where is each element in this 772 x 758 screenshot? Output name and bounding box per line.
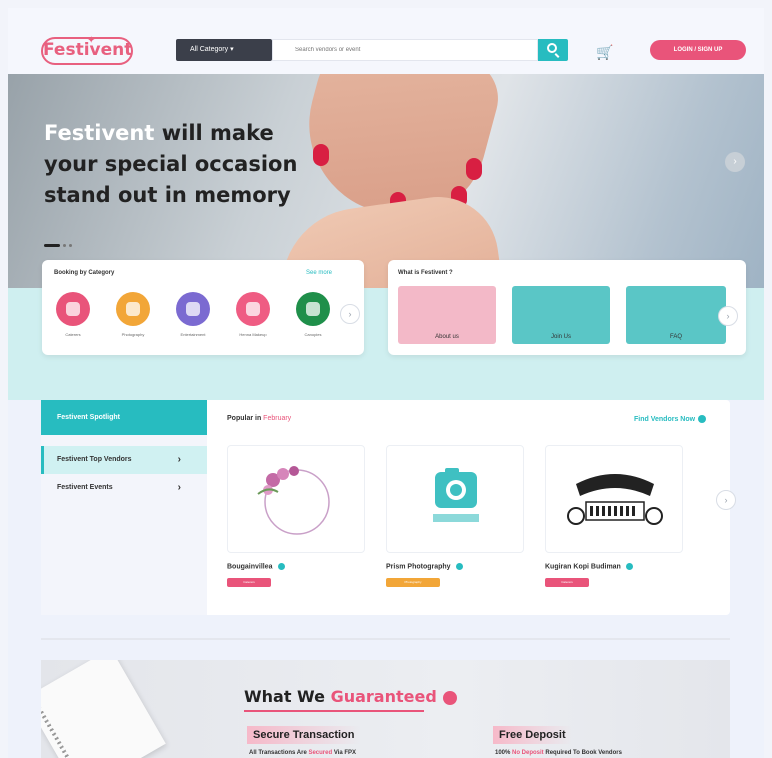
section-divider: [41, 638, 730, 640]
chevron-right-icon: ›: [177, 454, 181, 465]
hero-banner: Festivent will make your special occasio…: [8, 74, 764, 288]
prism-logo: [433, 468, 479, 522]
about-us-tile[interactable]: About us: [398, 286, 496, 344]
nail-decoration: [466, 158, 482, 180]
popular-heading: Popular in February: [227, 415, 292, 422]
what-is-festivent-card: What is Festivent ? About us Join Us FAQ…: [388, 260, 746, 355]
category-dropdown[interactable]: All Category ▾: [176, 39, 272, 61]
hero-headline: Festivent will make your special occasio…: [44, 118, 304, 211]
page-frame: ✦ Festivent All Category ▾ 🛒 LOGIN / SIG…: [8, 8, 764, 758]
verified-icon: [277, 563, 285, 570]
find-vendors-link[interactable]: Find Vendors Now: [634, 415, 707, 423]
bougainvillea-logo: [257, 466, 330, 535]
hero-line3: stand out in memory: [44, 183, 291, 207]
verified-icon: [625, 563, 633, 570]
verified-icon: [455, 563, 463, 570]
category-label: Henna Makeup: [239, 332, 267, 337]
vendor-category-badge: Photography: [386, 578, 440, 587]
guarantee-title: What We Guaranteed: [244, 687, 457, 706]
vendor-card-kugiran[interactable]: [545, 445, 683, 553]
henna-makeup-category-icon[interactable]: [236, 292, 270, 326]
vendor-category-badge: Caterers: [545, 578, 589, 587]
cart-icon[interactable]: 🛒: [596, 44, 613, 61]
free-deposit-desc: 100% No Deposit Required To Book Vendors: [495, 750, 622, 756]
category-label: Canopies: [304, 332, 322, 337]
festivent-logo[interactable]: ✦ Festivent: [41, 35, 133, 65]
star-icon: ✦: [87, 35, 96, 46]
spotlight-section: Festivent Spotlight Festivent Top Vendor…: [41, 400, 736, 615]
login-signup-button[interactable]: LOGIN / SIGN UP: [650, 40, 746, 60]
arrow-circle-icon: [698, 415, 707, 423]
hero-line2: your special occasion: [44, 152, 298, 176]
photography-category-icon[interactable]: [116, 292, 150, 326]
sidebar-item-top-vendors[interactable]: Festivent Top Vendors ›: [41, 446, 207, 474]
join-us-tile[interactable]: Join Us: [512, 286, 610, 344]
chevron-right-icon: ›: [177, 482, 181, 493]
category-label: Entertainment: [180, 332, 206, 337]
booking-title: Booking by Category: [54, 270, 115, 276]
entertainment-category-icon[interactable]: [176, 292, 210, 326]
carousel-dots[interactable]: [44, 234, 75, 252]
vendor-card-bougainvillea[interactable]: [227, 445, 365, 553]
search-input[interactable]: [272, 39, 538, 61]
vendor-name[interactable]: Prism Photography: [386, 563, 463, 570]
title-underline: [244, 710, 424, 712]
caterers-category-icon[interactable]: [56, 292, 90, 326]
hero-next-button[interactable]: ›: [725, 152, 745, 172]
free-deposit-heading: Free Deposit: [493, 726, 572, 744]
hero-brand: Festivent: [44, 121, 155, 145]
vendor-name[interactable]: Bougainvillea: [227, 563, 285, 570]
carousel-dot[interactable]: [69, 244, 72, 247]
notebook-image: [41, 660, 166, 758]
vendor-next-button[interactable]: ›: [716, 490, 736, 510]
whatis-title: What is Festivent ?: [398, 270, 453, 276]
whatis-next-button[interactable]: ›: [718, 306, 738, 326]
category-label: Caterers: [65, 332, 81, 337]
vendor-name[interactable]: Kugiran Kopi Budiman: [545, 563, 633, 570]
top-navbar: ✦ Festivent All Category ▾ 🛒 LOGIN / SIG…: [8, 8, 764, 74]
guarantee-section: What We Guaranteed Secure Transaction Fr…: [41, 660, 730, 758]
carousel-dot[interactable]: [63, 244, 66, 247]
spotlight-sidebar: Festivent Spotlight Festivent Top Vendor…: [41, 400, 207, 615]
faq-tile[interactable]: FAQ: [626, 286, 726, 344]
spotlight-header: Festivent Spotlight: [41, 400, 207, 435]
carousel-dot-active[interactable]: [44, 244, 60, 247]
kugiran-logo: [567, 474, 663, 525]
check-circle-icon: [442, 690, 457, 705]
canopies-category-icon[interactable]: [296, 292, 330, 326]
category-label: Photography: [121, 332, 145, 337]
secure-transaction-heading: Secure Transaction: [247, 726, 361, 744]
search-button[interactable]: [538, 39, 568, 61]
sidebar-item-events[interactable]: Festivent Events ›: [41, 474, 207, 502]
hero-line1: will make: [154, 121, 274, 145]
search-icon: [547, 43, 557, 53]
category-next-button[interactable]: ›: [340, 304, 360, 324]
vendor-card-prism[interactable]: [386, 445, 524, 553]
see-more-link[interactable]: See more: [306, 270, 332, 276]
secure-transaction-desc: All Transactions Are Secured Via FPX: [249, 750, 357, 756]
vendor-category-badge: Caterers: [227, 578, 271, 587]
booking-category-card: Booking by Category See more Caterers Ph…: [42, 260, 364, 355]
nail-decoration: [313, 144, 329, 166]
